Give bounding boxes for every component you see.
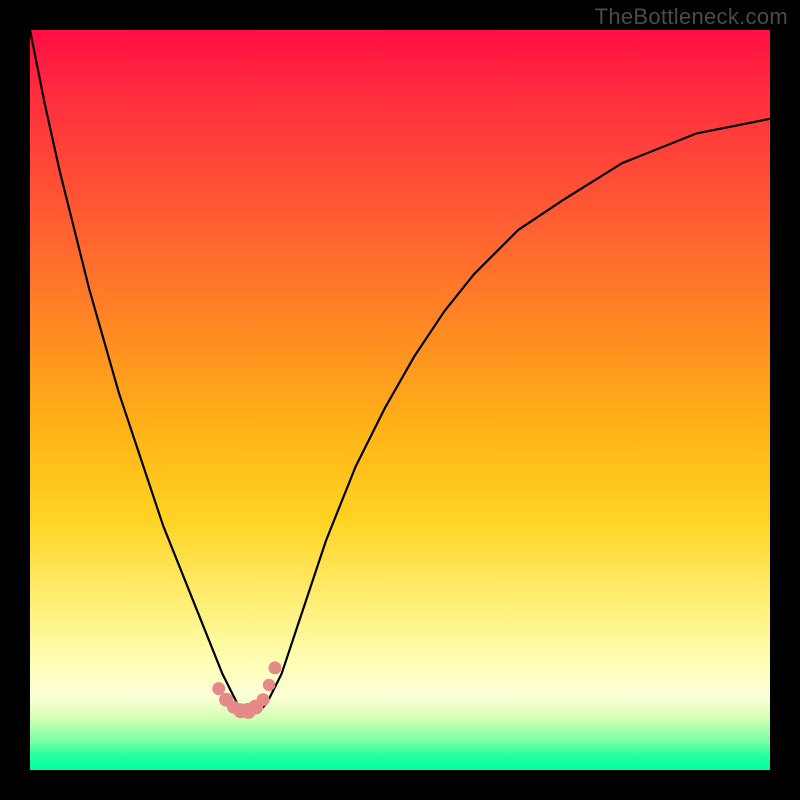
- chart-frame: TheBottleneck.com: [0, 0, 800, 800]
- plot-area: [30, 30, 770, 770]
- valley-marker: [212, 682, 225, 695]
- curve-svg: [30, 30, 770, 770]
- bottleneck-curve: [30, 30, 770, 711]
- bottleneck-valley-markers: [212, 661, 281, 718]
- watermark-text: TheBottleneck.com: [595, 4, 788, 30]
- valley-marker: [257, 693, 270, 706]
- valley-marker: [263, 679, 275, 691]
- valley-marker: [268, 661, 281, 674]
